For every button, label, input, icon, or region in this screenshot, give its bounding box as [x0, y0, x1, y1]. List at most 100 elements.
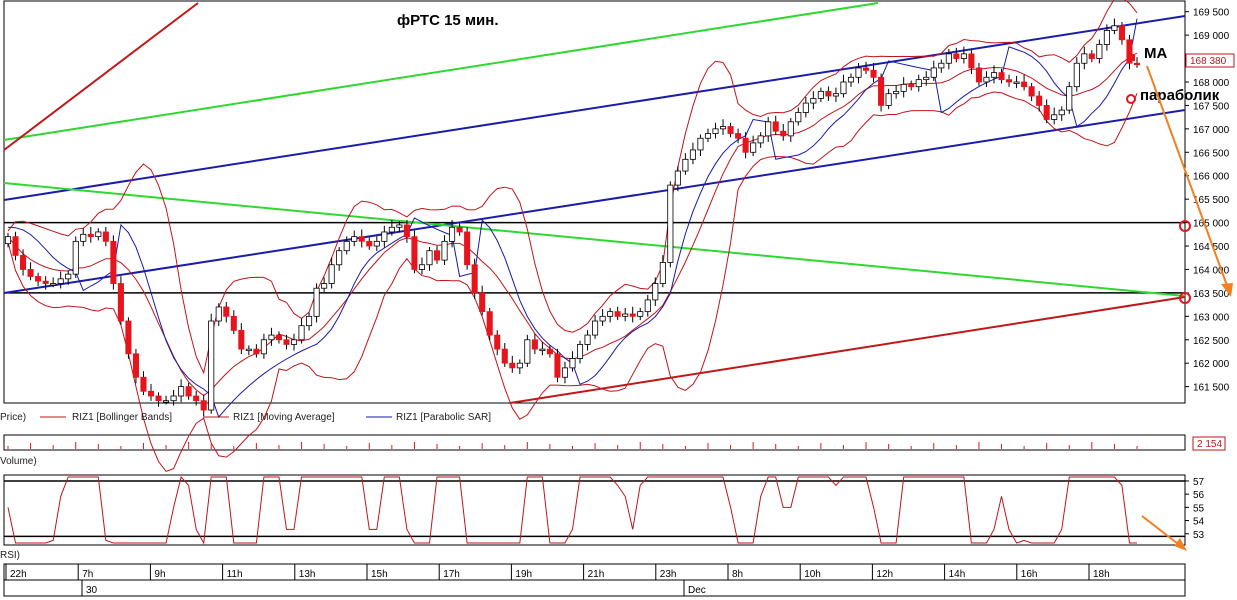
- candle-bear: [132, 353, 139, 378]
- candle-bull: [930, 67, 937, 78]
- candle-bear: [87, 233, 94, 238]
- candle-bear: [230, 315, 237, 331]
- candle-bear: [433, 250, 441, 261]
- candle-bear: [238, 329, 245, 350]
- candle-bull: [750, 142, 757, 153]
- price-tick-label: 163 000: [1193, 312, 1230, 323]
- candle-bear: [629, 313, 636, 317]
- legend-parabolic: RIZ1 [Parabolic SAR]: [396, 412, 491, 423]
- candle-bull: [516, 362, 523, 369]
- rsi-tick-label: 53: [1193, 530, 1205, 541]
- candle-bull: [923, 76, 930, 81]
- candle-bear: [283, 339, 290, 345]
- time-tick-label: 22h: [10, 569, 27, 580]
- candle-bear: [742, 137, 749, 153]
- candle-bear: [1006, 79, 1013, 83]
- candle-bear: [486, 311, 493, 336]
- candle-bull: [855, 67, 862, 78]
- candle-bull: [343, 240, 350, 252]
- candle-bull: [885, 93, 892, 106]
- rsi-panel-frame: [3, 474, 1186, 546]
- candle-bear: [403, 224, 410, 238]
- candle-bear: [35, 276, 42, 282]
- time-tick-label: 12h: [876, 569, 893, 580]
- candle-bull: [336, 250, 343, 266]
- candle-bear: [464, 231, 471, 266]
- candle-bull: [268, 334, 275, 341]
- legend-price: Price): [0, 412, 26, 423]
- candle-bull: [569, 358, 576, 369]
- candle-bear: [275, 334, 282, 341]
- candle-bull: [682, 158, 689, 172]
- candle-bear: [1043, 105, 1050, 120]
- annotation-ma: MA: [1144, 45, 1167, 62]
- price-tick-label: 169 500: [1193, 8, 1230, 19]
- candle-bull: [1058, 109, 1065, 116]
- candle-bull: [667, 184, 674, 263]
- time-tick-label: 7h: [82, 569, 93, 580]
- price-tick-label: 169 000: [1193, 31, 1230, 42]
- candle-bear: [870, 69, 877, 78]
- time-tick-label: 15h: [371, 569, 388, 580]
- price-tick-label: 166 000: [1193, 172, 1230, 183]
- candle-bull: [599, 315, 606, 322]
- candle-bear: [471, 264, 478, 294]
- candle-bull: [1111, 25, 1118, 31]
- candle-bull: [441, 240, 448, 261]
- legend-bollinger: RIZ1 [Bollinger Bands]: [72, 412, 172, 423]
- candle-bear: [27, 269, 34, 277]
- legend-rsi: RSI): [0, 550, 20, 561]
- candle-bear: [110, 240, 117, 284]
- candle-bull: [1096, 44, 1103, 59]
- candle-bull: [817, 90, 824, 99]
- legend-volume: Volume): [0, 456, 37, 467]
- candle-bear: [772, 121, 779, 132]
- time-tick-label: 17h: [443, 569, 460, 580]
- candle-bull: [80, 233, 87, 242]
- candle-bear: [147, 390, 155, 397]
- candle-bull: [810, 97, 817, 104]
- candle-bull: [313, 287, 320, 317]
- candle-bull: [712, 128, 719, 134]
- price-tick-label: 163 500: [1193, 289, 1230, 300]
- candle-bear: [908, 83, 915, 88]
- candle-bull: [1103, 30, 1110, 45]
- candle-bull: [719, 126, 727, 130]
- candle-bear: [1036, 95, 1043, 106]
- candle-bull: [990, 72, 998, 78]
- candle-bull: [170, 395, 177, 402]
- candle-bear: [185, 386, 192, 397]
- candle-bull: [351, 236, 358, 242]
- candle-bull: [1073, 62, 1080, 88]
- candle-bull: [290, 339, 298, 345]
- candle-bear: [1133, 62, 1141, 66]
- candle-bear: [42, 280, 49, 284]
- candle-bull: [697, 137, 704, 151]
- time-tick-label: 19h: [515, 569, 532, 580]
- candle-bull: [539, 348, 546, 352]
- candle-bull: [298, 325, 305, 341]
- date-tick-label: Dec: [688, 585, 706, 596]
- price-tick-label: 162 500: [1193, 336, 1230, 347]
- candle-bear: [193, 395, 200, 402]
- candle-bull: [674, 170, 681, 186]
- candle-bull: [945, 53, 952, 64]
- candle-bear: [1021, 81, 1028, 88]
- candle-bear: [998, 72, 1005, 81]
- candle-bull: [396, 224, 403, 228]
- candle-bull: [847, 76, 855, 83]
- candle-bull: [659, 262, 666, 284]
- candle-bear: [117, 283, 124, 322]
- candle-bear: [200, 400, 207, 411]
- candle-bull: [787, 121, 794, 137]
- candle-bull: [163, 400, 170, 403]
- price-tick-label: 167 000: [1193, 125, 1230, 136]
- candle-bull: [795, 112, 802, 123]
- candle-bull: [652, 283, 659, 301]
- candle-bear: [1028, 86, 1035, 97]
- candle-bull: [449, 226, 456, 242]
- chart-title: фРТС 15 мин.: [397, 12, 499, 29]
- candle-bull: [893, 90, 900, 95]
- candle-bull: [373, 240, 380, 247]
- candle-bear: [531, 339, 538, 350]
